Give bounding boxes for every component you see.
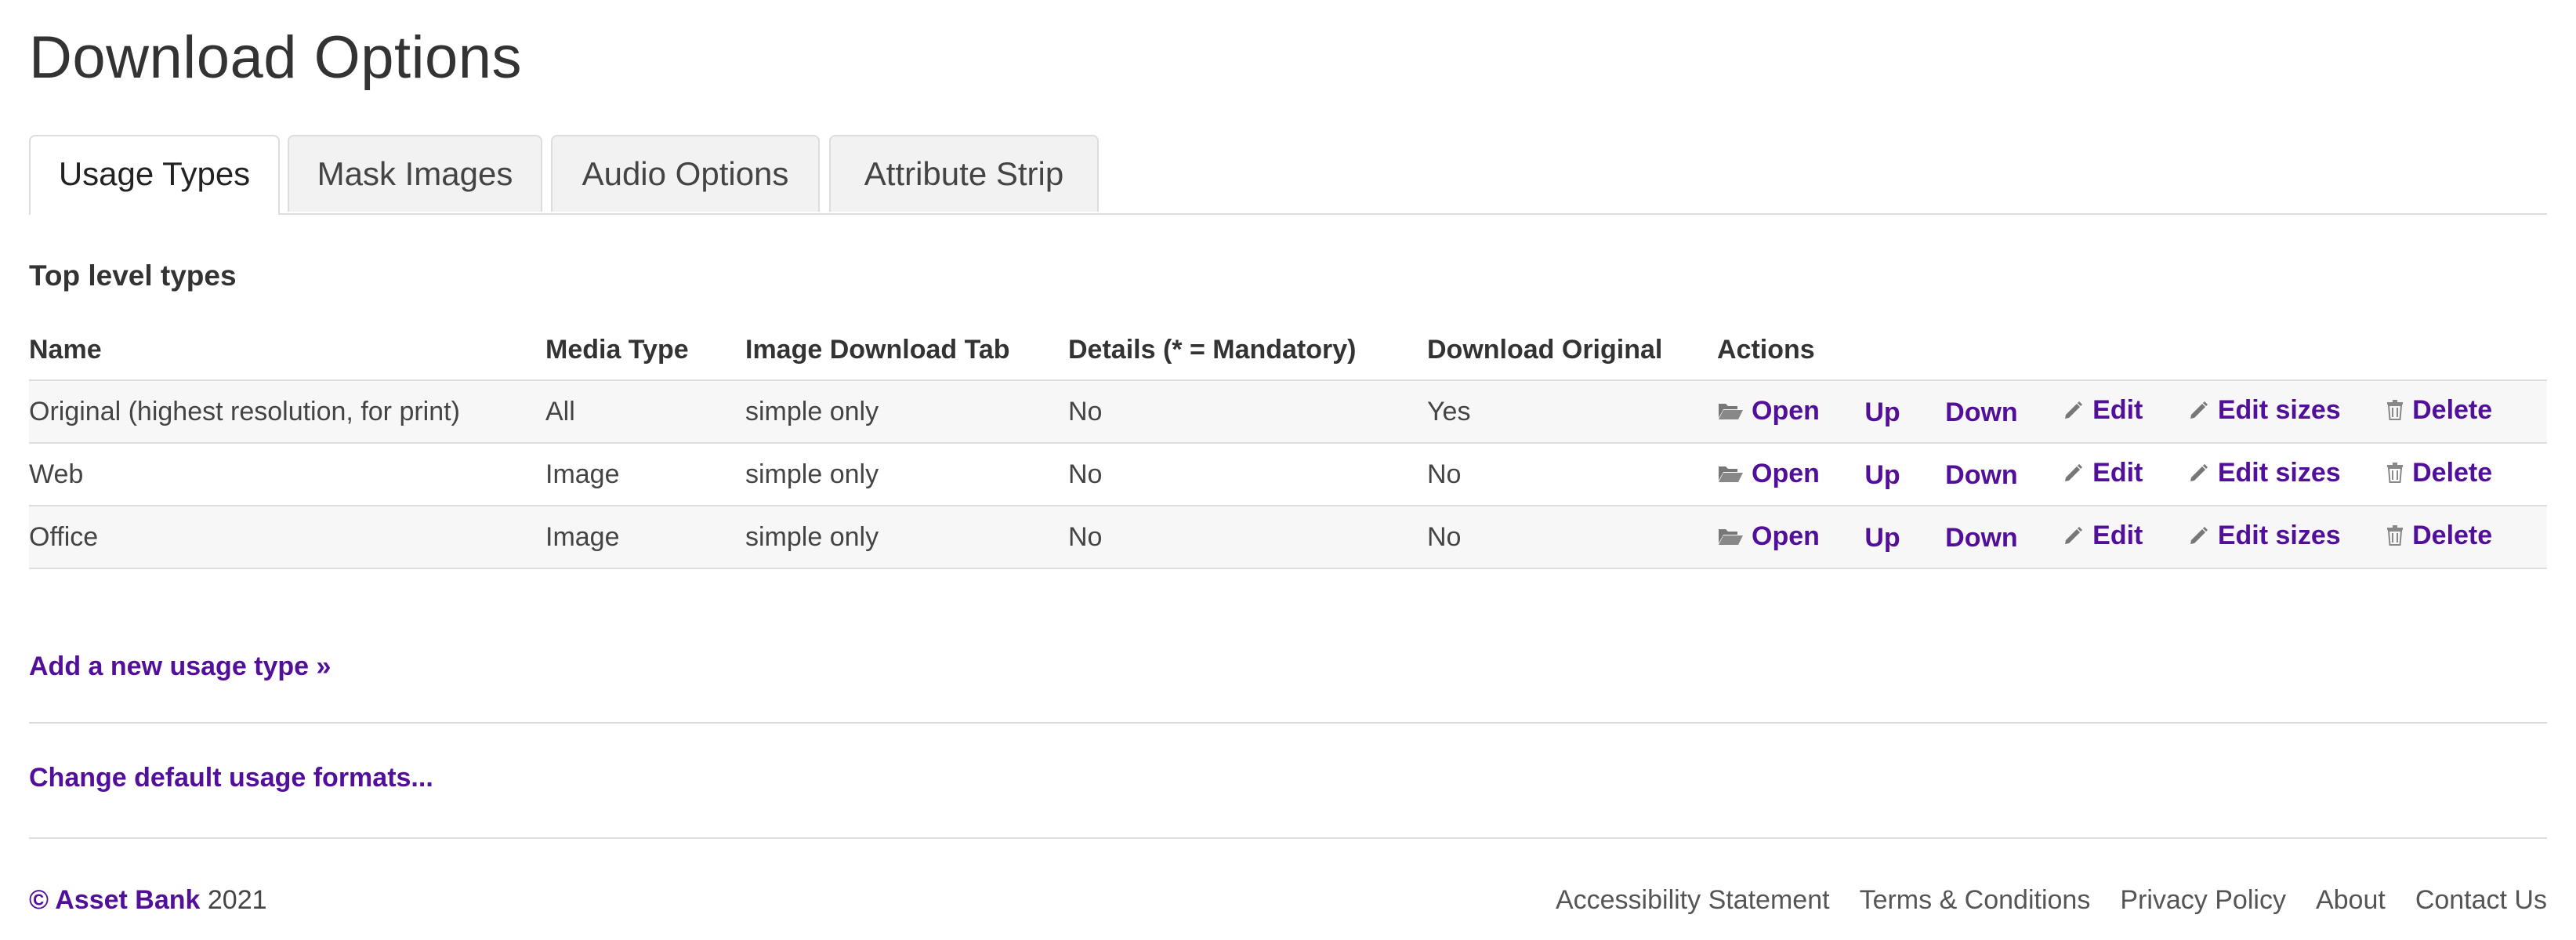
column-header-image-download-tab: Image Download Tab — [745, 320, 1068, 381]
pencil-icon — [2190, 464, 2208, 482]
up-link[interactable]: Up — [1864, 460, 1900, 491]
down-link[interactable]: Down — [1945, 460, 2018, 491]
edit-sizes-label: Edit sizes — [2217, 394, 2341, 425]
cell-details: No — [1068, 443, 1427, 506]
page: Download Options Usage Types Mask Images… — [29, 0, 2547, 940]
cell-media-type: Image — [545, 443, 745, 506]
edit-label: Edit — [2092, 394, 2143, 425]
edit-link[interactable]: Edit — [2063, 458, 2143, 488]
column-header-download-original: Download Original — [1427, 320, 1717, 381]
tab-usage-types[interactable]: Usage Types — [29, 135, 280, 215]
delete-label: Delete — [2412, 457, 2493, 488]
tab-attribute-strip[interactable]: Attribute Strip — [829, 135, 1099, 212]
column-header-name: Name — [29, 320, 545, 381]
down-link[interactable]: Down — [1945, 523, 2018, 553]
open-label: Open — [1752, 458, 1820, 488]
delete-label: Delete — [2412, 520, 2493, 550]
up-link[interactable]: Up — [1864, 523, 1900, 553]
footer-link-about[interactable]: About — [2316, 876, 2386, 924]
open-label: Open — [1752, 395, 1820, 426]
cell-download-original: Yes — [1427, 380, 1717, 444]
edit-sizes-link[interactable]: Edit sizes — [2188, 458, 2341, 488]
open-link[interactable]: Open — [1717, 459, 1820, 489]
page-title: Download Options — [29, 24, 523, 91]
edit-sizes-link[interactable]: Edit sizes — [2188, 395, 2341, 426]
divider — [29, 722, 2547, 724]
cell-download-tab: simple only — [745, 443, 1068, 506]
tab-audio-options[interactable]: Audio Options — [551, 135, 820, 212]
delete-link[interactable]: Delete — [2386, 521, 2492, 551]
edit-sizes-label: Edit sizes — [2217, 520, 2341, 550]
pencil-icon — [2065, 527, 2083, 545]
tab-mask-images[interactable]: Mask Images — [288, 135, 542, 212]
footer-link-accessibility[interactable]: Accessibility Statement — [1556, 876, 1830, 924]
copyright-year: 2021 — [207, 885, 267, 915]
edit-sizes-link[interactable]: Edit sizes — [2188, 521, 2341, 551]
table-row: Web Image simple only No No Open Up Down… — [29, 443, 2547, 506]
footer-link-contact[interactable]: Contact Us — [2415, 876, 2547, 924]
cell-actions: Open Up Down Edit Edit sizes Delete — [1717, 380, 2547, 444]
column-header-actions: Actions — [1717, 320, 2547, 381]
cell-actions: Open Up Down Edit Edit sizes Delete — [1717, 506, 2547, 569]
table-row: Office Image simple only No No Open Up D… — [29, 506, 2547, 569]
cell-details: No — [1068, 506, 1427, 569]
cell-name: Office — [29, 506, 545, 569]
edit-label: Edit — [2092, 520, 2143, 550]
footer-link-terms[interactable]: Terms & Conditions — [1860, 876, 2091, 924]
cell-name: Web — [29, 443, 545, 506]
up-link[interactable]: Up — [1864, 397, 1900, 428]
table-header-row: Name Media Type Image Download Tab Detai… — [29, 320, 2547, 381]
cell-download-original: No — [1427, 443, 1717, 506]
trash-icon — [2387, 525, 2404, 546]
footer-links: Accessibility Statement Terms & Conditio… — [1526, 876, 2547, 924]
trash-icon — [2387, 400, 2404, 421]
delete-label: Delete — [2412, 394, 2493, 425]
folder-open-icon — [1719, 529, 1743, 546]
down-link[interactable]: Down — [1945, 397, 2018, 428]
cell-media-type: Image — [545, 506, 745, 569]
open-link[interactable]: Open — [1717, 396, 1820, 426]
cell-download-tab: simple only — [745, 380, 1068, 444]
pencil-icon — [2065, 464, 2083, 482]
tab-bar: Usage Types Mask Images Audio Options At… — [29, 135, 2547, 215]
cell-media-type: All — [545, 380, 745, 444]
cell-download-tab: simple only — [745, 506, 1068, 569]
footer-copyright: © Asset Bank 2021 — [29, 876, 267, 924]
divider — [29, 837, 2547, 839]
cell-actions: Open Up Down Edit Edit sizes Delete — [1717, 443, 2547, 506]
cell-details: No — [1068, 380, 1427, 444]
edit-label: Edit — [2092, 457, 2143, 488]
trash-icon — [2387, 463, 2404, 484]
open-link[interactable]: Open — [1717, 521, 1820, 552]
pencil-icon — [2190, 401, 2208, 419]
edit-sizes-label: Edit sizes — [2217, 457, 2341, 488]
column-header-media-type: Media Type — [545, 320, 745, 381]
delete-link[interactable]: Delete — [2386, 458, 2492, 488]
usage-types-table: Name Media Type Image Download Tab Detai… — [29, 320, 2547, 569]
table-row: Original (highest resolution, for print)… — [29, 380, 2547, 444]
column-header-details: Details (* = Mandatory) — [1068, 320, 1427, 381]
cell-download-original: No — [1427, 506, 1717, 569]
footer-link-privacy[interactable]: Privacy Policy — [2120, 876, 2286, 924]
pencil-icon — [2065, 401, 2083, 419]
add-usage-type-link[interactable]: Add a new usage type » — [29, 643, 331, 690]
asset-bank-link[interactable]: © Asset Bank — [29, 885, 200, 915]
cell-name: Original (highest resolution, for print) — [29, 380, 545, 444]
folder-open-icon — [1719, 404, 1743, 420]
pencil-icon — [2190, 527, 2208, 545]
change-default-formats-link[interactable]: Change default usage formats... — [29, 754, 433, 801]
edit-link[interactable]: Edit — [2063, 521, 2143, 551]
folder-open-icon — [1719, 466, 1743, 483]
open-label: Open — [1752, 521, 1820, 551]
delete-link[interactable]: Delete — [2386, 395, 2492, 426]
edit-link[interactable]: Edit — [2063, 395, 2143, 426]
section-title: Top level types — [29, 259, 237, 292]
